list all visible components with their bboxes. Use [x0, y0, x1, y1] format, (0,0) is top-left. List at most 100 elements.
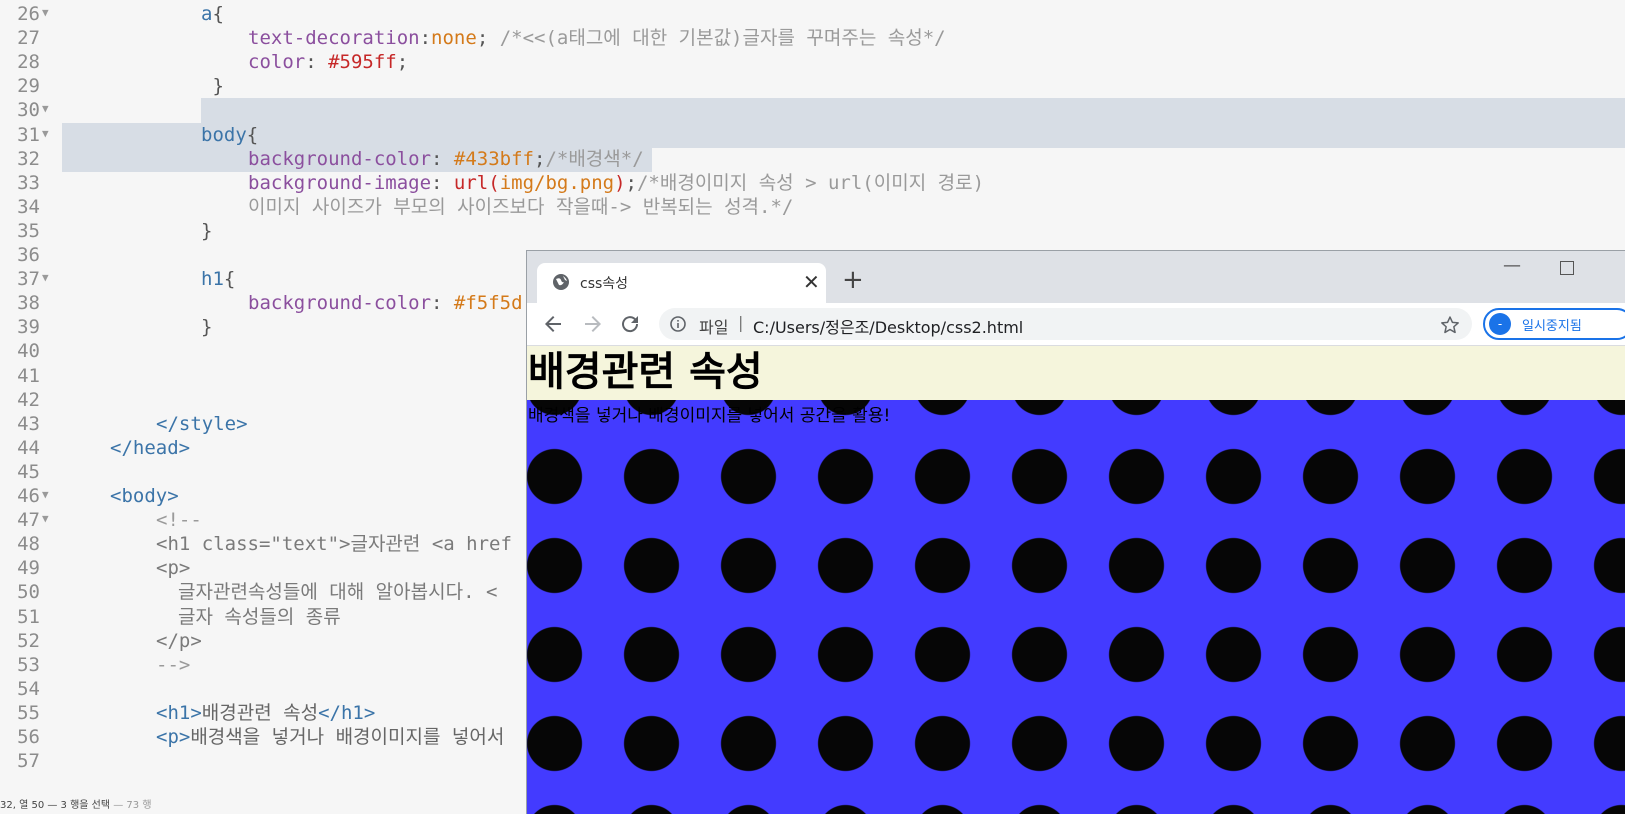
code-text: <p>배경색을 넣거나 배경이미지를 넣어서: [156, 725, 504, 750]
code-line[interactable]: 27 text-decoration:none; /*<<(a태그에 대한 기본값…: [0, 26, 1625, 51]
paused-profile-button[interactable]: - 일시중지됨: [1483, 308, 1625, 340]
line-number: 29: [17, 75, 40, 98]
star-icon[interactable]: [1440, 315, 1460, 335]
code-token: }: [201, 219, 213, 242]
code-token: background-color: [248, 147, 432, 170]
code-token: </style>: [156, 412, 248, 435]
code-line[interactable]: 33 background-image: url(img/bg.png);/*배경…: [0, 171, 1625, 196]
tab-close-icon[interactable]: ✕: [803, 270, 820, 294]
fold-arrow-icon[interactable]: ▼: [42, 267, 49, 289]
address-bar[interactable]: 파일 | C:/Users/정은조/Desktop/css2.html: [659, 308, 1472, 340]
line-number: 47: [17, 509, 40, 532]
code-line[interactable]: 31 ▼ body{: [0, 123, 1625, 148]
browser-tab[interactable]: css속성 ✕: [537, 263, 826, 303]
line-number: 41: [17, 364, 40, 387]
code-text: </style>: [156, 412, 248, 437]
code-text: }: [201, 315, 212, 340]
fold-arrow-icon[interactable]: ▼: [42, 2, 49, 24]
code-text: }: [201, 74, 224, 99]
code-text: <p>: [156, 556, 190, 581]
code-text: body{: [201, 123, 258, 148]
code-line[interactable]: 35}: [0, 219, 1625, 244]
code-line[interactable]: 28 color: #595ff;: [0, 50, 1625, 75]
code-token: :: [431, 292, 454, 315]
fold-arrow-icon[interactable]: ▼: [42, 123, 49, 145]
line-number: 57: [17, 750, 40, 773]
paused-label: 일시중지됨: [1522, 319, 1582, 334]
code-token: 글자관련속성들에 대해 알아봅시다. <: [178, 581, 498, 604]
line-number: 44: [17, 436, 40, 459]
code-token: <h1>: [156, 701, 202, 724]
code-token: <p>: [156, 557, 191, 580]
line-number: 43: [17, 412, 40, 435]
globe-icon: [553, 274, 569, 290]
code-line[interactable]: 34 이미지 사이즈가 부모의 사이즈보다 작을때-> 반복되는 성격.*/: [0, 195, 1625, 220]
code-token: ;: [534, 147, 546, 170]
code-token: img/bg.png: [499, 171, 615, 194]
code-token: ;: [476, 27, 500, 50]
tab-title: css속성: [580, 276, 629, 292]
line-number: 30: [17, 99, 40, 122]
minimize-icon[interactable]: —: [1503, 255, 1521, 276]
code-text: -->: [156, 653, 190, 678]
url-separator: |: [738, 313, 744, 332]
code-token: none: [431, 27, 477, 50]
url-scheme-label: 파일: [699, 318, 729, 337]
line-number: 38: [17, 292, 40, 315]
line-number: 26: [17, 3, 40, 25]
info-icon[interactable]: [670, 316, 686, 332]
fold-arrow-icon[interactable]: ▼: [42, 508, 49, 530]
code-token: <p>: [156, 726, 191, 748]
code-token: #f5f5d: [453, 292, 523, 315]
code-token: color: [248, 51, 306, 74]
code-line[interactable]: 26 ▼ a{: [0, 2, 1625, 27]
code-token: 이미지 사이즈가 부모의 사이즈보다 작을때-> 반복되는 성격.*/: [248, 195, 794, 218]
code-token: {: [212, 3, 224, 25]
url-text[interactable]: C:/Users/정은조/Desktop/css2.html: [753, 314, 1023, 338]
line-number: 40: [17, 340, 40, 363]
status-bar: 32, 열 50 — 3 행을 선택 — 73 행: [0, 796, 152, 811]
code-line[interactable]: 32 background-color: #433bff;/*배경색*/: [0, 147, 1625, 172]
arrow-left-icon[interactable]: [541, 312, 565, 336]
code-token: 배경색을 넣거나 배경이미지를 넣어서: [190, 726, 505, 748]
arrow-right-icon[interactable]: [581, 312, 605, 336]
browser-window[interactable]: css속성 ✕ + — 파일 | C:/Users/정은조/Desktop/cs…: [526, 250, 1625, 814]
line-number: 51: [17, 605, 40, 628]
fold-arrow-icon[interactable]: ▼: [42, 98, 49, 120]
code-token: <body>: [110, 485, 179, 507]
browser-toolbar: 파일 | C:/Users/정은조/Desktop/css2.html - 일시…: [527, 303, 1625, 346]
line-number: 28: [17, 51, 40, 74]
code-text: h1{: [201, 267, 235, 292]
code-text: background-color: #433bff;/*배경색*/: [248, 147, 644, 172]
code-token: -->: [156, 653, 191, 676]
code-token: background-color: [248, 292, 432, 315]
code-token: }: [201, 75, 224, 98]
line-number: 55: [17, 701, 40, 724]
line-number: 52: [17, 629, 40, 652]
code-token: 배경관련 속성: [201, 701, 319, 724]
code-token: </p>: [156, 629, 202, 652]
code-text: <h1 class="text">글자관련 <a href: [156, 532, 512, 557]
code-token: text-decoration: [248, 27, 420, 50]
line-number: 48: [17, 533, 40, 556]
code-token: <h1 class="text">글자관련 <a href: [156, 533, 512, 556]
code-text: background-color: #f5f5d: [248, 291, 523, 316]
code-token: </h1>: [318, 701, 376, 724]
code-token: /*배경색*/: [545, 147, 644, 170]
reload-icon[interactable]: [618, 312, 642, 336]
code-line[interactable]: 30 ▼: [0, 98, 1625, 123]
line-number: 33: [17, 171, 40, 194]
code-line[interactable]: 29 }: [0, 74, 1625, 99]
code-token: /*배경이미지 속성 > url(이미지 경로): [636, 171, 985, 194]
maximize-icon[interactable]: [1560, 261, 1574, 275]
fold-arrow-icon[interactable]: ▼: [42, 484, 49, 506]
code-token: ;: [396, 51, 409, 74]
line-number: 56: [17, 726, 40, 748]
line-number: 53: [17, 653, 40, 676]
new-tab-button[interactable]: +: [842, 264, 864, 296]
line-number: 36: [17, 244, 40, 266]
line-number: 32: [17, 147, 40, 170]
code-text: 이미지 사이즈가 부모의 사이즈보다 작을때-> 반복되는 성격.*/: [248, 195, 793, 220]
code-token: {: [246, 123, 259, 146]
code-token: body: [201, 123, 247, 146]
